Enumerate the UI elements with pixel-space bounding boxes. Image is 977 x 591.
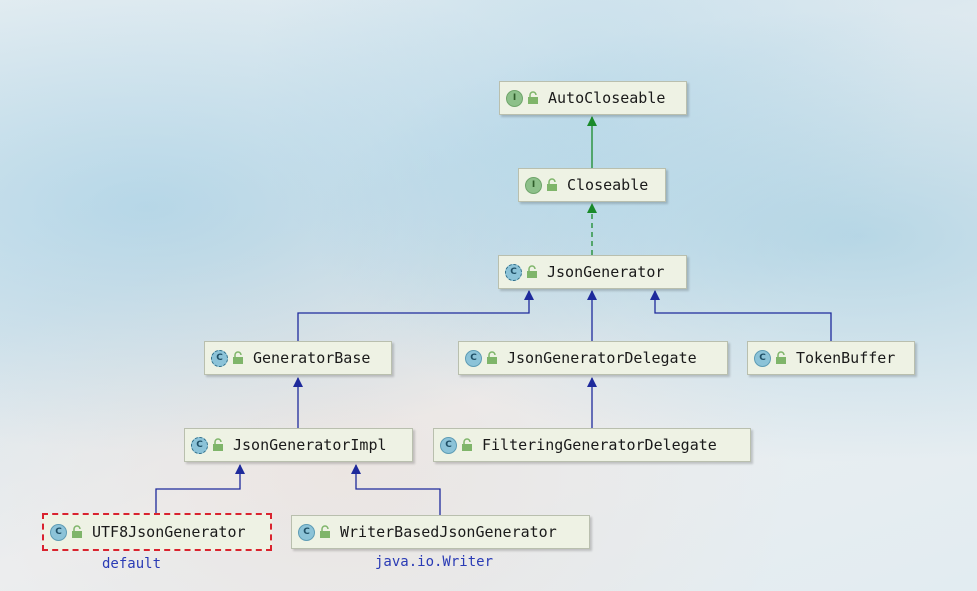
node-label: UTF8JsonGenerator (92, 523, 246, 541)
node-label: JsonGeneratorDelegate (507, 349, 697, 367)
edge-writerbased-jsongeneratorimpl (351, 464, 441, 515)
unlock-icon (462, 438, 472, 451)
inheritance-edges (155, 116, 832, 515)
unlock-icon (487, 351, 497, 364)
unlock-icon (233, 351, 243, 364)
unlock-icon (528, 91, 538, 104)
abstract-class-icon: C (211, 349, 228, 367)
unlock-icon (72, 525, 82, 538)
unlock-icon (213, 438, 223, 451)
node-autocloseable[interactable]: I AutoCloseable (499, 81, 687, 115)
abstract-class-icon: C (505, 263, 522, 281)
edge-generatorbase-jsongenerator (297, 290, 534, 341)
note-default: default (102, 556, 162, 572)
unlock-icon (547, 178, 557, 191)
class-icon: C (50, 523, 67, 541)
class-icon: C (754, 349, 771, 367)
node-label: GeneratorBase (253, 349, 371, 367)
edge-utf8-jsongeneratorimpl (155, 464, 245, 515)
node-label: AutoCloseable (548, 89, 666, 107)
node-tokenbuffer[interactable]: C TokenBuffer (747, 341, 915, 375)
node-generatorbase[interactable]: C GeneratorBase (204, 341, 392, 375)
node-label: JsonGeneratorImpl (233, 436, 387, 454)
node-jsongenerator[interactable]: C JsonGenerator (498, 255, 687, 289)
unlock-icon (527, 265, 537, 278)
node-jsongeneratorimpl[interactable]: C JsonGeneratorImpl (184, 428, 413, 462)
interface-icon: I (525, 176, 542, 194)
class-icon: C (440, 436, 457, 454)
node-closeable[interactable]: I Closeable (518, 168, 666, 202)
node-jsongeneratordelegate[interactable]: C JsonGeneratorDelegate (458, 341, 728, 375)
class-icon: C (298, 523, 315, 541)
node-label: Closeable (567, 176, 649, 194)
node-label: JsonGenerator (547, 263, 665, 281)
node-label: FilteringGeneratorDelegate (482, 436, 717, 454)
unlock-icon (320, 525, 330, 538)
node-utf8jsongenerator[interactable]: C UTF8JsonGenerator (42, 513, 272, 551)
note-java-io-writer: java.io.Writer (375, 554, 494, 570)
node-writerbasedjsongenerator[interactable]: C WriterBasedJsonGenerator (291, 515, 590, 549)
unlock-icon (776, 351, 786, 364)
node-label: TokenBuffer (796, 349, 896, 367)
interface-icon: I (506, 89, 523, 107)
edge-tokenbuffer-jsongenerator (650, 290, 832, 341)
node-label: WriterBasedJsonGenerator (340, 523, 557, 541)
node-filteringgeneratordelegate[interactable]: C FilteringGeneratorDelegate (433, 428, 751, 462)
class-icon: C (465, 349, 482, 367)
abstract-class-icon: C (191, 436, 208, 454)
